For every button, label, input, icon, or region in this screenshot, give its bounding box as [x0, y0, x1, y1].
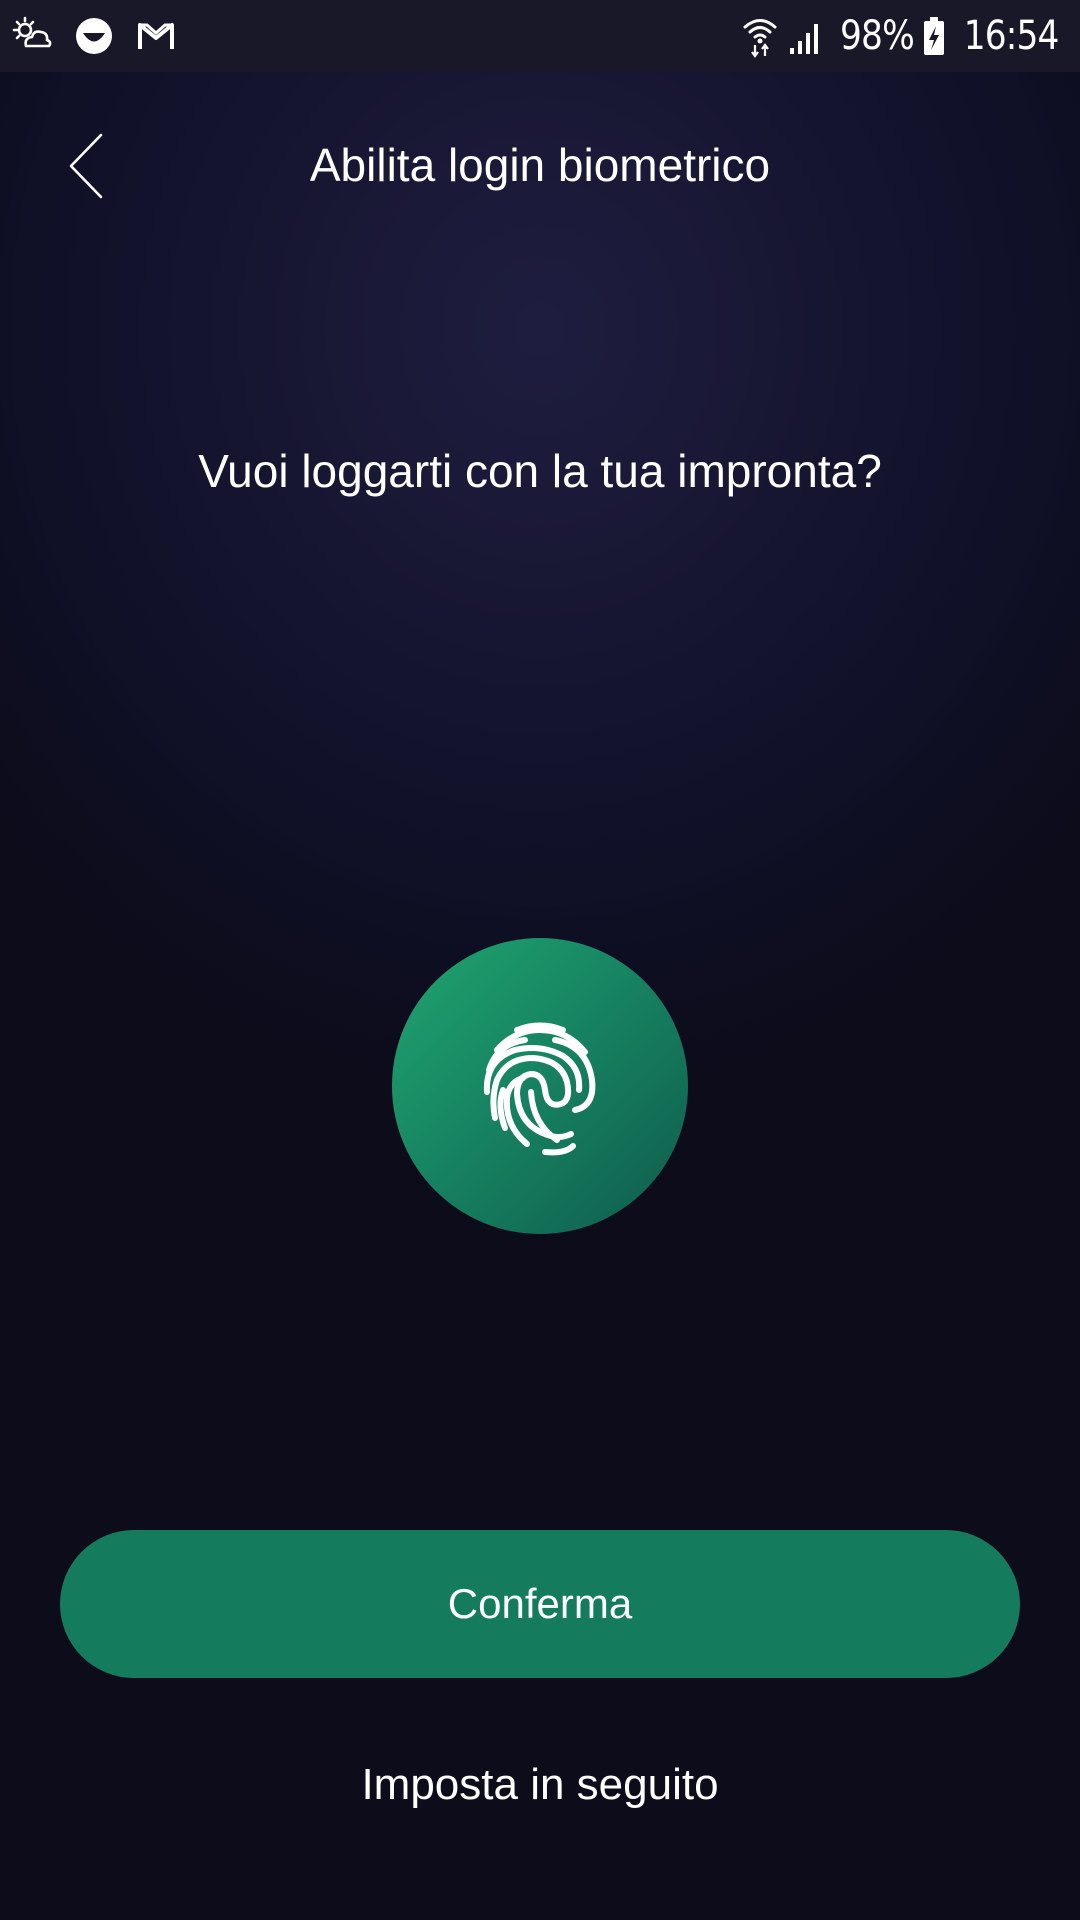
setup-later-label: Imposta in seguito	[361, 1760, 719, 1809]
clock: 16:54	[963, 13, 1059, 59]
fingerprint-badge	[392, 938, 688, 1234]
wifi-icon	[743, 19, 777, 58]
battery-percentage: 98%	[839, 13, 915, 59]
confirm-button[interactable]: Conferma	[60, 1530, 1020, 1678]
page-title: Abilita login biometrico	[309, 139, 771, 191]
app-header: Abilita login biometrico	[0, 110, 1080, 220]
question-text: Vuoi loggarti con la tua impronta?	[198, 445, 882, 497]
signal-icon	[789, 24, 818, 54]
setup-later-link[interactable]: Imposta in seguito	[0, 1760, 1080, 1810]
confirm-button-label: Conferma	[447, 1580, 633, 1627]
gmail-icon	[138, 23, 174, 49]
screen: 98% 16:54 Abilita login biometrico Vuoi …	[0, 0, 1080, 1920]
app-face-icon	[76, 18, 112, 54]
battery-charging-icon	[923, 17, 944, 55]
status-right-icons: 98% 16:54	[742, 8, 1066, 64]
weather-icon	[12, 16, 52, 48]
fingerprint-icon	[483, 1022, 596, 1156]
status-bar: 98% 16:54	[0, 0, 1080, 72]
status-left-icons	[10, 12, 178, 60]
